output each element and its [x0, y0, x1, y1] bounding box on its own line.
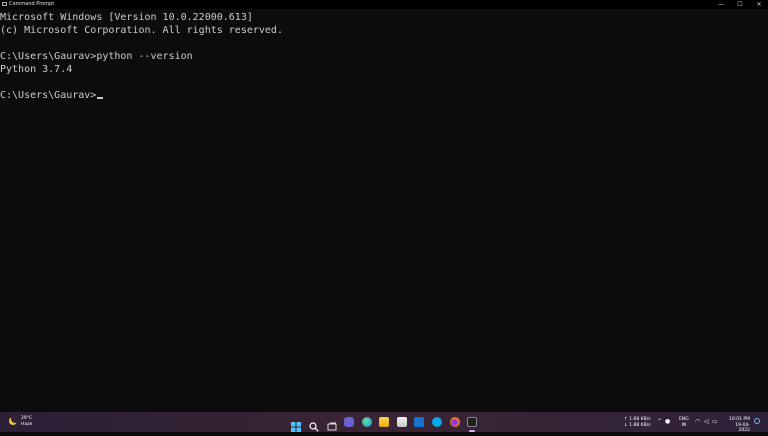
edge-icon[interactable] — [362, 417, 372, 427]
prompt-line: C:\Users\Gaurav> — [0, 89, 104, 102]
battery-icon[interactable]: ▭ — [712, 418, 718, 426]
task-view-icon[interactable] — [327, 417, 337, 431]
antivirus-icon[interactable]: ● — [665, 418, 670, 426]
clock[interactable]: 10:01 PM 19-04-2022 — [726, 417, 750, 434]
prompt-text: C:\Users\Gaurav> — [0, 90, 97, 101]
network-speed: ↑ 1.68 KB/s ↓ 1.88 KB/s — [624, 417, 651, 428]
wifi-icon[interactable]: ◠ — [695, 418, 700, 426]
console-line: Python 3.7.4 — [0, 64, 73, 75]
chevron-up-icon[interactable]: ⌃ — [657, 418, 662, 426]
console-line: C:\Users\Gaurav>python --version — [0, 51, 193, 62]
active-app-indicator — [469, 430, 475, 432]
volume-icon[interactable]: ◁ — [704, 418, 709, 426]
clock-time: 10:01 PM — [729, 417, 750, 422]
terminal-icon[interactable] — [467, 417, 477, 427]
chat-icon[interactable] — [344, 417, 354, 427]
title-bar: Command Prompt — ☐ ✕ — [0, 0, 768, 9]
cmd-icon — [2, 2, 7, 6]
moon-icon[interactable] — [9, 415, 19, 425]
text-cursor — [97, 97, 104, 99]
console-line: (c) Microsoft Corporation. All rights re… — [0, 25, 283, 36]
window-title: Command Prompt — [9, 1, 55, 7]
upload-speed: ↑ 1.68 KB/s — [624, 417, 651, 422]
console-line: Microsoft Windows [Version 10.0.22000.61… — [0, 12, 253, 23]
taskbar: 29°C Haze ↑ 1.68 KB/s ↓ 1.88 KB/s ⌃ ● EN… — [0, 412, 768, 434]
close-button[interactable]: ✕ — [750, 0, 768, 9]
windows-start-icon[interactable] — [291, 417, 301, 432]
notification-icon[interactable] — [754, 418, 760, 424]
store-icon[interactable] — [397, 417, 407, 427]
language-indicator[interactable]: ENG IN — [679, 417, 689, 428]
file-explorer-icon[interactable] — [379, 417, 389, 427]
maximize-button[interactable]: ☐ — [731, 0, 749, 9]
search-icon[interactable] — [309, 417, 319, 432]
download-speed: ↓ 1.88 KB/s — [624, 422, 651, 428]
mail-icon[interactable] — [414, 417, 424, 427]
language-code: ENG — [679, 417, 689, 422]
console-output[interactable]: Microsoft Windows [Version 10.0.22000.61… — [0, 9, 768, 412]
skype-icon[interactable] — [432, 417, 442, 427]
weather-condition: Haze — [21, 422, 33, 427]
weather-widget[interactable]: 29°C Haze — [21, 416, 32, 428]
firefox-icon[interactable] — [450, 417, 460, 427]
language-region: IN — [681, 422, 687, 428]
minimize-button[interactable]: — — [712, 0, 730, 9]
